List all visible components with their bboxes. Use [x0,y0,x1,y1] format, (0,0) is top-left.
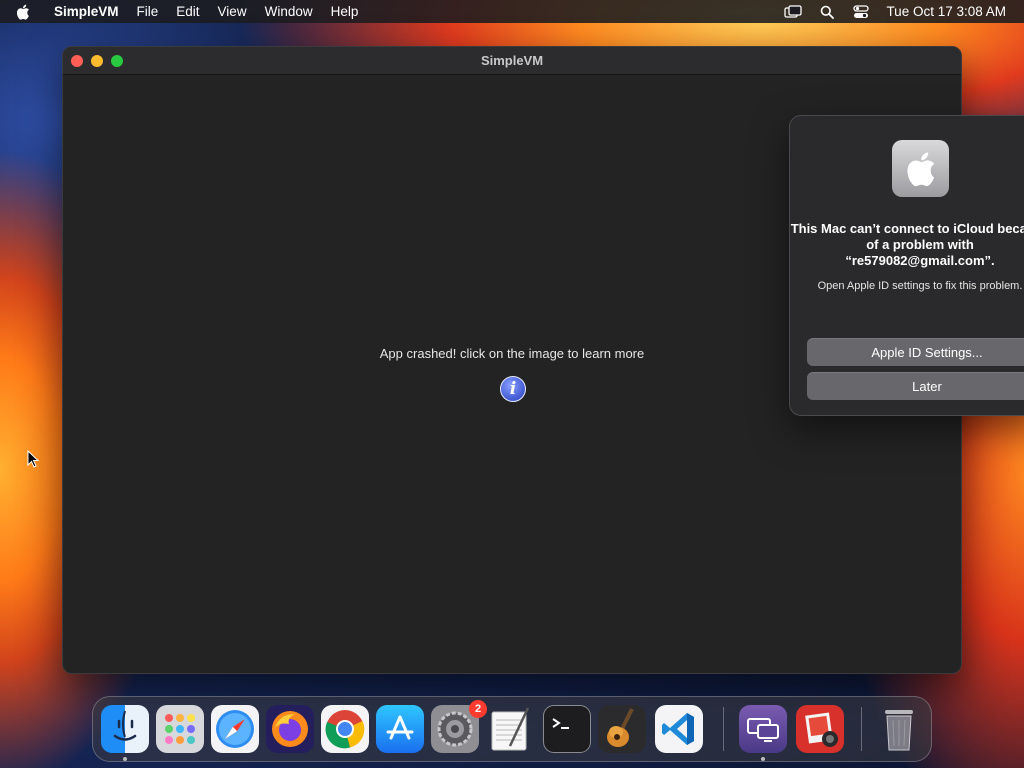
simplevm-running-indicator [761,757,765,761]
notification-badge: 2 [469,700,487,718]
dock-separator [723,707,724,751]
search-icon[interactable] [810,0,844,23]
apple-id-settings-button[interactable]: Apple ID Settings... [807,338,1024,366]
menu-bar: SimpleVM File Edit View Window Help Tue … [0,0,1024,23]
dock-separator [861,707,862,751]
menu-help[interactable]: Help [322,0,368,23]
window-title: SimpleVM [480,53,544,68]
menu-window[interactable]: Window [256,0,322,23]
icloud-alert: This Mac can’t connect to iCloud because… [789,115,1024,416]
firefox-icon[interactable] [266,705,314,753]
menu-file[interactable]: File [128,0,168,23]
garageband-icon[interactable] [598,705,646,753]
alert-title: This Mac can’t connect to iCloud because… [790,221,1024,268]
later-button[interactable]: Later [807,372,1024,400]
trash-icon[interactable] [875,705,923,753]
simplevm-dock-icon[interactable] [739,705,787,753]
launchpad-icon[interactable] [156,705,204,753]
apple-logo-icon [892,140,949,197]
chrome-icon[interactable] [321,705,369,753]
vscode-icon[interactable] [655,705,703,753]
terminal-icon[interactable] [543,705,591,753]
window-titlebar[interactable]: SimpleVM [63,47,961,75]
finder-running-indicator [123,757,127,761]
menu-edit[interactable]: Edit [167,0,208,23]
finder-icon[interactable] [101,705,149,753]
control-center-icon[interactable] [844,0,878,23]
menu-app-name[interactable]: SimpleVM [46,0,128,23]
app-store-icon[interactable] [376,705,424,753]
photo-booth-icon[interactable] [796,705,844,753]
menu-clock[interactable]: Tue Oct 17 3:08 AM [878,4,1024,19]
apple-menu-icon[interactable] [0,4,46,20]
info-icon[interactable]: i [500,376,526,402]
mouse-cursor-icon [27,449,40,473]
screen-mirroring-icon[interactable] [776,0,810,23]
textedit-icon[interactable] [486,705,534,753]
safari-icon[interactable] [211,705,259,753]
menu-view[interactable]: View [209,0,256,23]
dock: 2 [92,696,932,762]
alert-body: Open Apple ID settings to fix this probl… [817,280,1023,292]
